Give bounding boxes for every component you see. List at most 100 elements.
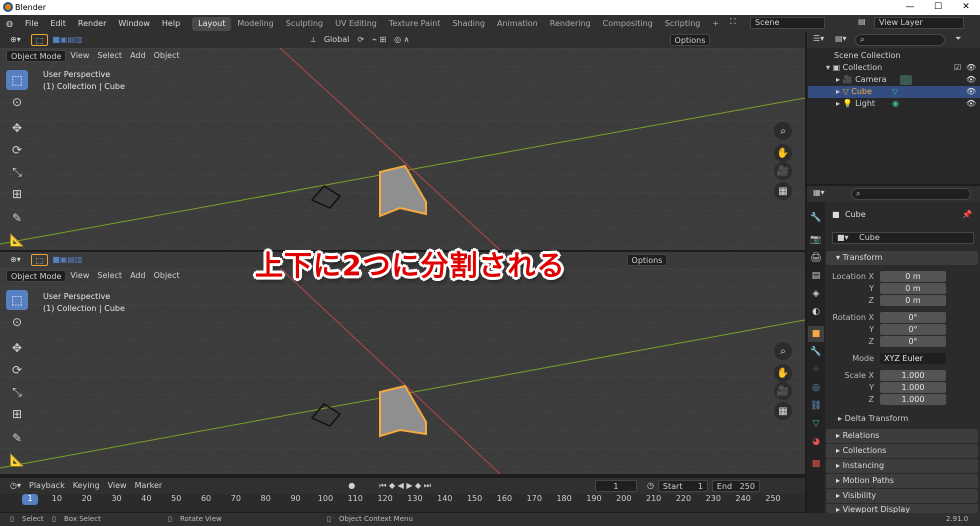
measure-tool-icon-2[interactable]: 📐 — [6, 450, 28, 470]
motion-paths-panel-header[interactable]: ▸ Motion Paths — [826, 474, 978, 488]
outliner-search-input[interactable]: ⌕ — [855, 34, 945, 46]
object-tab-icon[interactable]: ■ — [808, 326, 824, 342]
scale-tool-icon-2[interactable]: ⤡ — [6, 382, 28, 402]
annotate-tool-icon[interactable]: ✎ — [6, 208, 28, 228]
menu-select[interactable]: Select — [93, 50, 126, 62]
start-frame-field[interactable]: Start 1 — [657, 480, 708, 492]
visibility-eye-icon-light[interactable]: 👁 — [966, 98, 976, 110]
relations-panel-header[interactable]: ▸ Relations — [826, 429, 978, 443]
snap-icon[interactable]: ⌁ ⊞ — [368, 34, 390, 46]
outliner-row-cube[interactable]: ▸ ▽ Cube ▽ 👁 — [808, 86, 980, 98]
scene-tab-icon[interactable]: ◈ — [808, 286, 824, 302]
menu-edit[interactable]: Edit — [44, 19, 72, 28]
object-mode-dropdown[interactable]: Object Mode — [6, 50, 67, 62]
expand-arrow-icon-cube[interactable]: ▸ — [836, 87, 840, 96]
view-layer-tab-icon[interactable]: ▤ — [808, 268, 824, 284]
outliner-row-scene-collection[interactable]: Scene Collection — [808, 50, 980, 62]
cursor-tool-icon[interactable]: ⊙ — [6, 92, 28, 112]
rotate-tool-icon-2[interactable]: ⟳ — [6, 360, 28, 380]
record-icon[interactable]: ● — [344, 480, 359, 492]
view-layer-selector[interactable]: View Layer — [874, 17, 964, 29]
scale-x-field[interactable]: 1.000 — [880, 370, 946, 381]
proportional-icon[interactable]: ◎ ∧ — [390, 34, 413, 46]
rotation-x-field[interactable]: 0° — [880, 312, 946, 323]
tab-compositing[interactable]: Compositing — [597, 17, 659, 31]
viewport-display-panel-header[interactable]: ▸ Viewport Display — [826, 504, 978, 513]
tab-uv-editing[interactable]: UV Editing — [329, 17, 383, 31]
cursor-tool-icon-2[interactable]: ⊙ — [6, 312, 28, 332]
physics-tab-icon[interactable]: ◎ — [808, 380, 824, 396]
rotation-mode-dropdown[interactable]: XYZ Euler — [880, 353, 946, 364]
menu-window[interactable]: Window — [112, 19, 156, 28]
tab-texture-paint[interactable]: Texture Paint — [383, 17, 447, 31]
outliner-row-light[interactable]: ▸ 💡 Light ◉ 👁 — [808, 98, 980, 110]
select-box-icon-2[interactable]: ⬚ — [30, 254, 49, 266]
tab-shading[interactable]: Shading — [446, 17, 491, 31]
ortho-toggle-icon-2[interactable]: ▦ — [774, 402, 792, 420]
modifier-tab-icon[interactable]: 🔧 — [808, 344, 824, 360]
viewport-bottom[interactable]: User Perspective (1) Collection | Cube ⬚… — [0, 268, 805, 474]
select-mode-icons-2[interactable]: ■▣▤▥ — [48, 254, 86, 266]
tool-tab-icon[interactable]: 🔧 — [808, 210, 824, 226]
add-workspace-button[interactable]: + — [706, 17, 725, 31]
viewport-top[interactable]: User Perspective (1) Collection | Cube ⬚… — [0, 48, 805, 250]
properties-editor-icon[interactable]: ▦▾ — [813, 188, 825, 197]
current-frame-field[interactable]: 1 — [594, 480, 637, 492]
tab-animation[interactable]: Animation — [491, 17, 544, 31]
visibility-eye-icon-camera[interactable]: 👁 — [966, 74, 976, 86]
menu-add[interactable]: Add — [126, 50, 150, 62]
move-tool-icon[interactable]: ✥ — [6, 118, 28, 138]
menu-object-2[interactable]: Object — [150, 270, 184, 282]
visibility-eye-icon[interactable]: 👁 — [966, 62, 976, 74]
material-tab-icon[interactable]: ◕ — [808, 434, 824, 450]
expand-arrow-icon[interactable]: ▾ — [826, 63, 830, 72]
tab-rendering[interactable]: Rendering — [544, 17, 597, 31]
filter-icon[interactable]: ⏷ — [955, 34, 961, 44]
location-x-field[interactable]: 0 m — [880, 271, 946, 282]
blender-menu-icon[interactable]: ◍ — [0, 19, 19, 28]
transform-tool-icon[interactable]: ⊞ — [6, 184, 28, 204]
collections-panel-header[interactable]: ▸ Collections — [826, 444, 978, 458]
exclude-checkbox[interactable]: ☑ — [954, 62, 961, 74]
maximize-button[interactable]: ☐ — [924, 0, 952, 15]
expand-arrow-icon-camera[interactable]: ▸ — [836, 75, 840, 84]
object-datablock-field[interactable]: ■▾ Cube — [832, 232, 974, 244]
menu-object[interactable]: Object — [150, 50, 184, 62]
close-button[interactable]: ✕ — [952, 0, 980, 15]
render-tab-icon[interactable]: 📷 — [808, 232, 824, 248]
scale-y-field[interactable]: 1.000 — [880, 382, 946, 393]
visibility-panel-header[interactable]: ▸ Visibility — [826, 489, 978, 503]
zoom-icon-2[interactable]: ⌕ — [774, 342, 792, 360]
camera-view-icon-2[interactable]: 🎥 — [774, 382, 792, 400]
editor-type-icon[interactable]: ⊕▾ — [6, 34, 25, 46]
scale-tool-icon[interactable]: ⤡ — [6, 162, 28, 182]
tab-modeling[interactable]: Modeling — [231, 17, 279, 31]
minimize-button[interactable]: — — [896, 0, 924, 15]
tab-scripting[interactable]: Scripting — [659, 17, 707, 31]
pivot-icon[interactable]: ⟳ — [353, 34, 368, 46]
output-tab-icon[interactable]: 🖨 — [808, 250, 824, 266]
location-z-field[interactable]: 0 m — [880, 295, 946, 306]
rotation-y-field[interactable]: 0° — [880, 324, 946, 335]
end-frame-field[interactable]: End 250 — [711, 480, 760, 492]
measure-tool-icon[interactable]: 📐 — [6, 230, 28, 250]
select-tool-icon-2[interactable]: ⬚ — [6, 290, 28, 310]
scale-z-field[interactable]: 1.000 — [880, 394, 946, 405]
rotate-tool-icon[interactable]: ⟳ — [6, 140, 28, 160]
orientation-dropdown[interactable]: Global — [320, 34, 354, 46]
menu-view-2[interactable]: View — [66, 270, 93, 282]
menu-render[interactable]: Render — [72, 19, 112, 28]
zoom-icon[interactable]: ⌕ — [774, 122, 792, 140]
transform-tool-icon-2[interactable]: ⊞ — [6, 404, 28, 424]
display-mode-icon[interactable]: ▤▾ — [835, 34, 847, 43]
transform-panel-header[interactable]: ▾ Transform — [826, 251, 978, 265]
menu-timeline-view[interactable]: View — [104, 480, 131, 492]
tab-layout[interactable]: Layout — [192, 16, 232, 31]
texture-tab-icon[interactable]: ▩ — [808, 456, 824, 472]
select-tool-icon[interactable]: ⬚ — [6, 70, 28, 90]
move-tool-icon-2[interactable]: ✥ — [6, 338, 28, 358]
visibility-eye-icon-cube[interactable]: 👁 — [966, 86, 976, 98]
menu-view[interactable]: View — [66, 50, 93, 62]
menu-add-2[interactable]: Add — [126, 270, 150, 282]
select-mode-icons[interactable]: ■▣▤▥ — [48, 34, 86, 46]
